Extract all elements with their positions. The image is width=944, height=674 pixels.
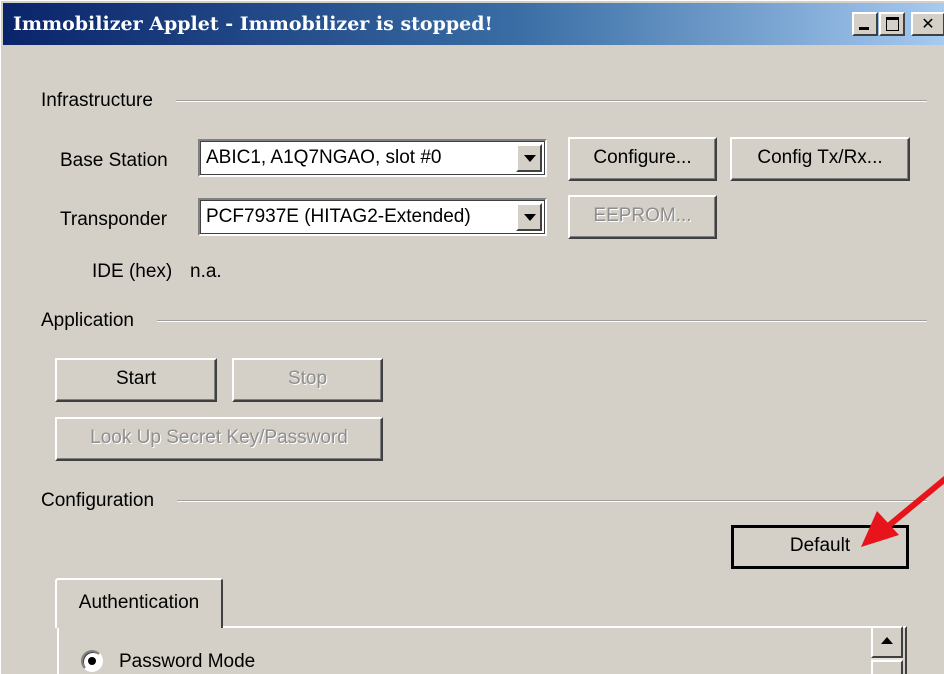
- lookup-secret-key-button[interactable]: Look Up Secret Key/Password: [55, 417, 383, 461]
- chevron-up-icon: [881, 637, 893, 644]
- password-mode-label[interactable]: Password Mode: [119, 651, 255, 673]
- base-station-value: ABIC1, A1Q7NGAO, slot #0: [206, 147, 442, 168]
- immobilizer-window: Immobilizer Applet - Immobilizer is stop…: [0, 0, 944, 674]
- start-button[interactable]: Start: [55, 358, 217, 402]
- infrastructure-divider: [176, 100, 927, 102]
- window-title: Immobilizer Applet - Immobilizer is stop…: [13, 13, 493, 35]
- password-mode-radio[interactable]: [81, 650, 103, 672]
- ide-hex-label: IDE (hex): [92, 261, 173, 282]
- chevron-down-icon: [524, 214, 536, 221]
- base-station-dropdown-button[interactable]: [516, 144, 542, 172]
- eeprom-button[interactable]: EEPROM...: [568, 195, 717, 239]
- close-icon: ✕: [921, 14, 935, 33]
- minimize-icon: [859, 27, 869, 30]
- transponder-label: Transponder: [60, 209, 168, 230]
- minimize-button[interactable]: [852, 12, 878, 36]
- close-button[interactable]: ✕: [911, 12, 944, 36]
- transponder-combobox[interactable]: PCF7937E (HITAG2-Extended): [198, 198, 547, 236]
- configuration-divider: [177, 500, 927, 502]
- scroll-thumb[interactable]: [871, 660, 903, 674]
- base-station-label: Base Station: [60, 150, 168, 171]
- base-station-combobox[interactable]: ABIC1, A1Q7NGAO, slot #0: [198, 139, 547, 177]
- chevron-down-icon: [524, 155, 536, 162]
- application-divider: [157, 320, 927, 322]
- transponder-value: PCF7937E (HITAG2-Extended): [206, 206, 471, 227]
- title-bar[interactable]: Immobilizer Applet - Immobilizer is stop…: [3, 3, 944, 45]
- settings-scrollbar[interactable]: [871, 626, 903, 674]
- maximize-icon: [886, 17, 899, 31]
- stop-button[interactable]: Stop: [232, 358, 383, 402]
- config-txrx-button[interactable]: Config Tx/Rx...: [730, 137, 910, 181]
- annotation-arrow-icon: [861, 476, 944, 547]
- maximize-button[interactable]: [879, 12, 905, 36]
- application-heading: Application: [41, 310, 134, 331]
- tab-authentication[interactable]: Authentication: [55, 578, 223, 628]
- radio-selected-dot: [88, 657, 96, 665]
- configure-button[interactable]: Configure...: [568, 137, 717, 181]
- scroll-up-button[interactable]: [871, 626, 903, 658]
- configuration-heading: Configuration: [41, 490, 155, 511]
- infrastructure-heading: Infrastructure: [41, 90, 153, 111]
- transponder-dropdown-button[interactable]: [516, 203, 542, 231]
- ide-hex-value: n.a.: [190, 261, 222, 282]
